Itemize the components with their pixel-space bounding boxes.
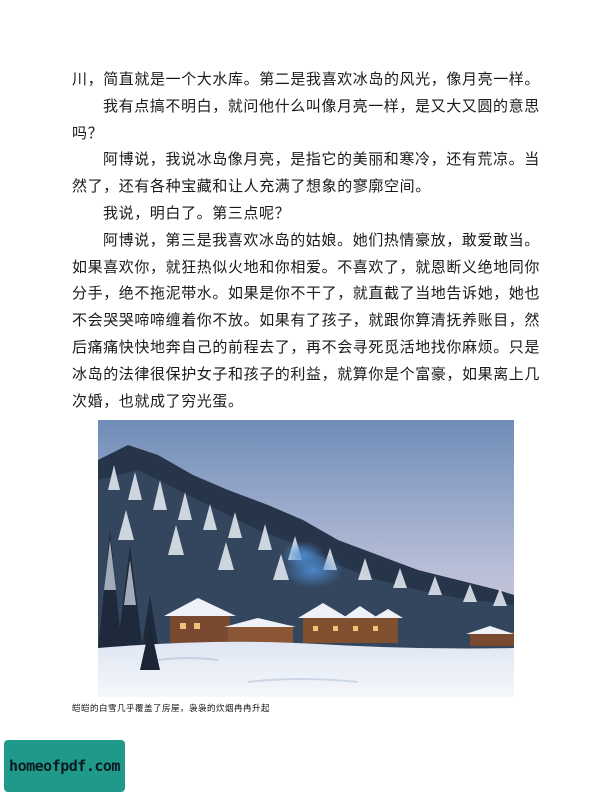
paragraph: 我说，明白了。第三点呢？ bbox=[103, 203, 291, 222]
watermark-logo: homeofpdf.com bbox=[4, 740, 125, 792]
paragraph: 川，简直就是一个大水库。第二是我喜欢冰岛的风光，像月亮一样。 bbox=[72, 70, 541, 88]
snow-lodge-photo bbox=[98, 420, 514, 697]
watermark-text: homeofpdf.com bbox=[9, 757, 120, 775]
paragraph: 阿博说，第三是我喜欢冰岛的姑娘。她们热情豪放，敢爱敢当。如果喜欢你，就狂热似火地… bbox=[72, 230, 541, 410]
paragraph: 阿博说，我说冰岛像月亮，是指它的美丽和寒冷，还有荒凉。当然了，还有各种宝藏和让人… bbox=[72, 150, 540, 196]
photo-caption: 皑皑的白雪几乎覆盖了房屋，袅袅的炊烟冉冉升起 bbox=[72, 704, 271, 714]
body-text: 川，简直就是一个大水库。第二是我喜欢冰岛的风光，像月亮一样。 我有点搞不明白，就… bbox=[72, 66, 542, 414]
paragraph: 我有点搞不明白，就问他什么叫像月亮一样，是又大又圆的意思吗？ bbox=[72, 96, 540, 142]
